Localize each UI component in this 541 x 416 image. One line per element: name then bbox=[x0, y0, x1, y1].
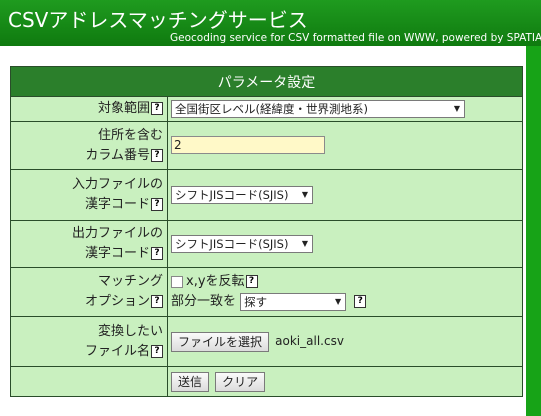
output-encoding-select[interactable]: シフトJISコード(SJIS) ▼ bbox=[171, 235, 313, 253]
input-encoding-select-value: シフトJISコード(SJIS) bbox=[175, 188, 289, 202]
actions-label-cell bbox=[10, 366, 168, 397]
input-encoding-select[interactable]: シフトJISコード(SJIS) ▼ bbox=[171, 186, 313, 204]
scope-select-value: 全国街区レベル(経緯度・世界測地系) bbox=[175, 102, 368, 116]
choose-file-button[interactable]: ファイルを選択 bbox=[171, 331, 270, 352]
dropdown-arrow-icon: ▼ bbox=[335, 296, 342, 306]
file-label-cell: 変換したい ファイル名? bbox=[10, 316, 168, 367]
file-label-line2: ファイル名 bbox=[84, 343, 150, 359]
address-column-label-line2: カラム番号 bbox=[85, 147, 150, 163]
xy-swap-checkbox[interactable] bbox=[171, 275, 183, 288]
row-matching-option: マッチング オプション? x,yを反転? 部分一致を 探す ▼ ? bbox=[10, 267, 523, 317]
output-encoding-label-cell: 出力ファイルの 漢字コード? bbox=[10, 220, 168, 268]
address-column-label-line1: 住所を含む bbox=[97, 127, 163, 143]
app-subtitle: Geocoding service for CSV formatted file… bbox=[170, 32, 541, 44]
partial-match-select[interactable]: 探す ▼ bbox=[240, 292, 347, 311]
row-output-encoding: 出力ファイルの 漢字コード? シフトJISコード(SJIS) ▼ bbox=[10, 220, 523, 268]
help-icon[interactable]: ? bbox=[151, 295, 163, 308]
address-column-label-cell: 住所を含む カラム番号? bbox=[10, 121, 168, 170]
right-side-bar bbox=[526, 46, 541, 416]
address-column-value-cell: 2 bbox=[167, 121, 523, 170]
input-encoding-value-cell: シフトJISコード(SJIS) ▼ bbox=[167, 169, 523, 221]
submit-button[interactable]: 送信 bbox=[171, 371, 210, 392]
row-actions: 送信 クリア bbox=[10, 366, 523, 397]
scope-label-cell: 対象範囲? bbox=[10, 96, 168, 122]
matching-option-label-cell: マッチング オプション? bbox=[10, 267, 168, 317]
dropdown-arrow-icon: ▼ bbox=[301, 239, 308, 248]
partial-match-select-value: 探す bbox=[244, 294, 268, 309]
app-title: CSVアドレスマッチングサービス bbox=[8, 8, 308, 32]
help-icon[interactable]: ? bbox=[354, 295, 367, 308]
header-banner: CSVアドレスマッチングサービス Geocoding service for C… bbox=[0, 0, 541, 46]
matching-option-value-cell: x,yを反転? 部分一致を 探す ▼ ? bbox=[167, 267, 523, 317]
input-encoding-label-cell: 入力ファイルの 漢字コード? bbox=[10, 169, 168, 221]
row-scope: 対象範囲? 全国街区レベル(経緯度・世界測地系) ▼ bbox=[10, 96, 523, 122]
help-icon[interactable]: ? bbox=[245, 275, 258, 288]
output-encoding-label-line2: 漢字コード bbox=[84, 246, 150, 261]
scope-select[interactable]: 全国街区レベル(経緯度・世界測地系) ▼ bbox=[171, 100, 465, 118]
row-address-column: 住所を含む カラム番号? 2 bbox=[10, 121, 523, 170]
output-encoding-select-value: シフトJISコード(SJIS) bbox=[175, 237, 289, 251]
help-icon[interactable]: ? bbox=[151, 102, 163, 115]
actions-value-cell: 送信 クリア bbox=[167, 366, 523, 397]
input-encoding-label-line2: 漢字コード bbox=[84, 197, 150, 212]
help-icon[interactable]: ? bbox=[151, 148, 163, 162]
matching-option-label-line1: マッチング bbox=[97, 274, 163, 289]
table-caption: パラメータ設定 bbox=[10, 66, 523, 97]
output-encoding-label-line1: 出力ファイルの bbox=[71, 226, 163, 241]
dropdown-arrow-icon: ▼ bbox=[453, 104, 460, 113]
input-encoding-label-line1: 入力ファイルの bbox=[71, 177, 163, 192]
help-icon[interactable]: ? bbox=[151, 198, 163, 211]
file-value-cell: ファイルを選択 aoki_all.csv bbox=[167, 316, 523, 367]
dropdown-arrow-icon: ▼ bbox=[301, 190, 308, 199]
scope-value-cell: 全国街区レベル(経緯度・世界測地系) ▼ bbox=[167, 96, 523, 122]
partial-match-label: 部分一致を bbox=[171, 294, 237, 309]
chosen-file-name: aoki_all.csv bbox=[275, 334, 344, 348]
scope-label: 対象範囲 bbox=[97, 101, 150, 116]
help-icon[interactable]: ? bbox=[151, 344, 163, 358]
xy-swap-label: x,yを反転 bbox=[186, 274, 245, 289]
table-caption-row: パラメータ設定 bbox=[10, 66, 523, 97]
matching-option-label-line2: オプション bbox=[84, 294, 150, 309]
row-input-encoding: 入力ファイルの 漢字コード? シフトJISコード(SJIS) ▼ bbox=[10, 169, 523, 221]
row-file: 変換したい ファイル名? ファイルを選択 aoki_all.csv bbox=[10, 316, 523, 367]
parameter-table: パラメータ設定 対象範囲? 全国街区レベル(経緯度・世界測地系) ▼ 住所を含む… bbox=[10, 66, 523, 397]
address-column-input[interactable]: 2 bbox=[171, 136, 325, 154]
file-label-line1: 変換したい bbox=[97, 323, 163, 339]
clear-button[interactable]: クリア bbox=[215, 371, 266, 392]
help-icon[interactable]: ? bbox=[151, 247, 163, 260]
output-encoding-value-cell: シフトJISコード(SJIS) ▼ bbox=[167, 220, 523, 268]
